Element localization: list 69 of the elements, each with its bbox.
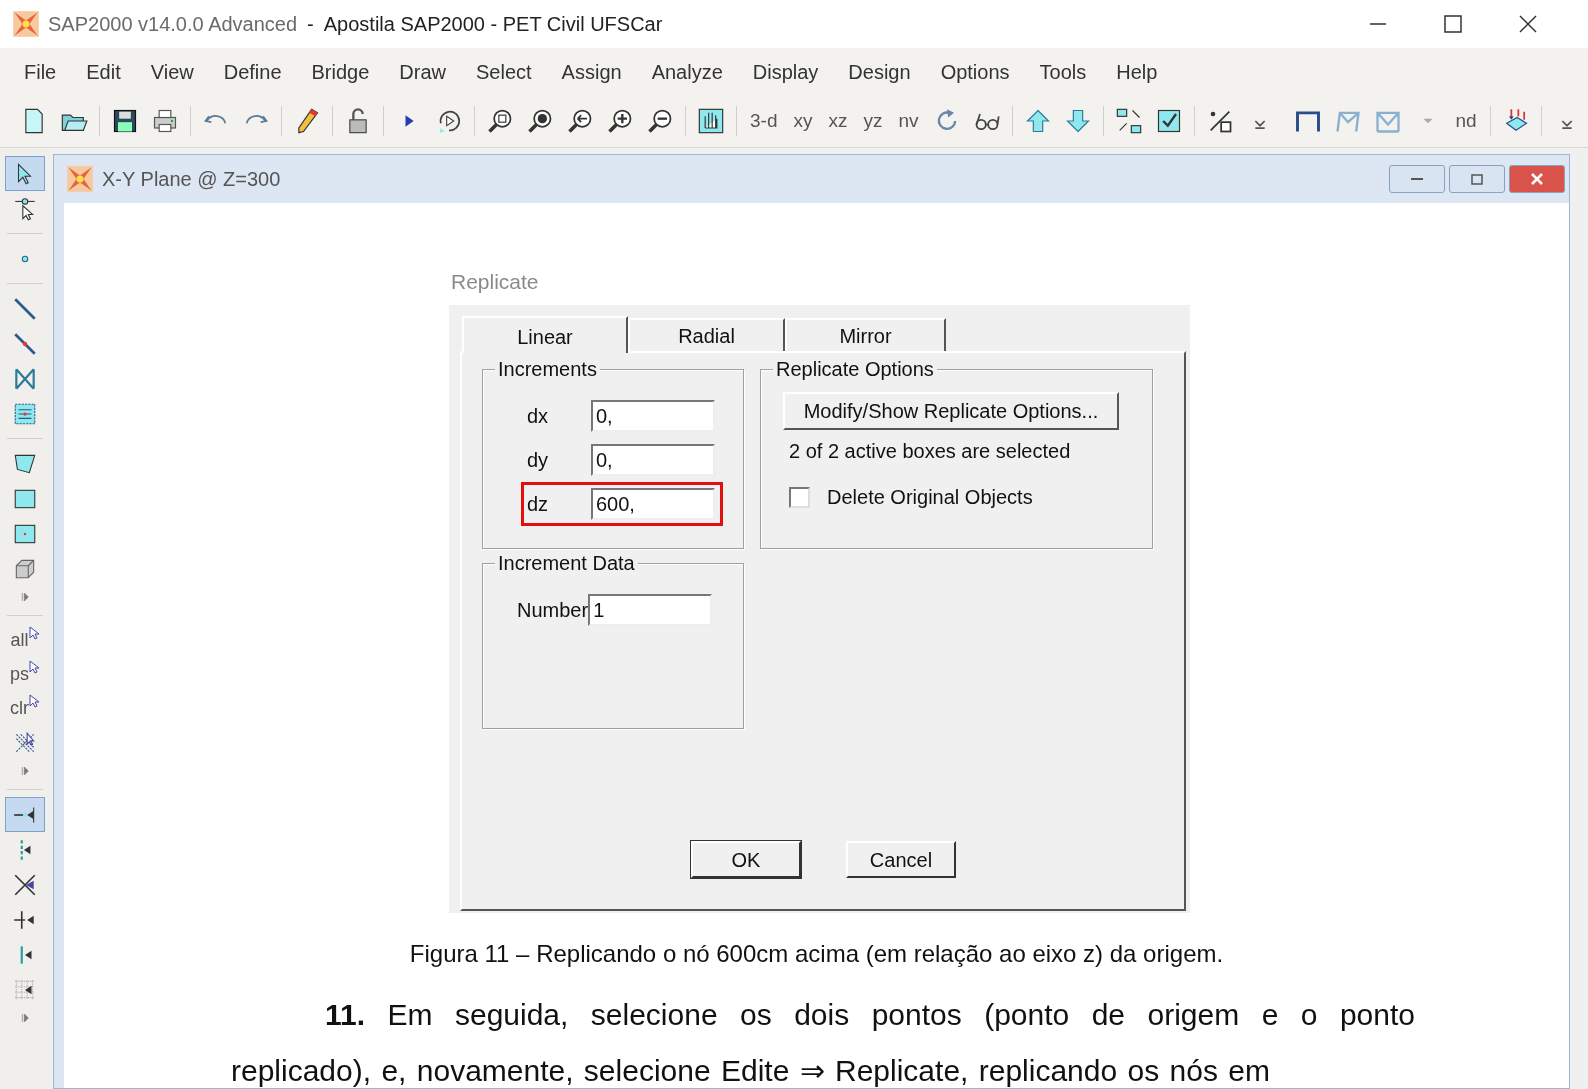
figure-caption: Figura 11 – Replicando o nó 600cm acima (em relação ao eixo z) da origem. [408, 939, 1225, 969]
zoom-icon[interactable] [526, 107, 554, 135]
tab[interactable]: Linear [462, 316, 628, 353]
menu-item[interactable]: Tools [1032, 52, 1094, 91]
input-field[interactable]: 600, [591, 488, 715, 520]
menu-item[interactable]: Options [933, 52, 1017, 91]
cursor-icon [29, 694, 40, 708]
menu-item[interactable]: Edit [79, 52, 128, 91]
save-icon[interactable] [111, 107, 139, 135]
toolbar-button[interactable]: 3-d [750, 106, 778, 136]
tab[interactable]: Mirror [785, 318, 946, 351]
restore-button[interactable] [1449, 165, 1505, 193]
checkbox[interactable] [789, 486, 810, 508]
minimize-icon [1411, 178, 1423, 180]
input-field[interactable]: 0, [591, 444, 715, 476]
modify-replicate-options-button[interactable]: Modify/Show Replicate Options... [783, 392, 1119, 430]
dialog-button[interactable]: Cancel [846, 841, 956, 878]
zoom-in-icon[interactable] [606, 107, 634, 135]
checkbox-label: Delete Original Objects [827, 485, 1033, 510]
menu-item[interactable]: View [143, 52, 201, 91]
toolbar-button[interactable]: xz [828, 106, 848, 136]
field-label: Number [517, 598, 589, 623]
printer-icon[interactable] [151, 107, 179, 135]
status-text: 2 of 2 active boxes are selected [789, 439, 1071, 464]
field-label: dx [527, 404, 550, 429]
toolbar-button[interactable]: xy [793, 106, 813, 136]
window-title: X-Y Plane @ Z=300 [102, 167, 281, 192]
maximize-icon[interactable] [1443, 14, 1463, 34]
menu-item[interactable]: Display [745, 52, 826, 91]
close-icon[interactable] [1518, 14, 1538, 34]
menu-item[interactable]: Help [1109, 52, 1165, 91]
zoom-icon[interactable] [486, 107, 514, 135]
window-title: SAP2000 v14.0.0 Advanced [48, 12, 298, 37]
paragraph: 11. Em seguida, selecione os dois pontos (ponto de origem e o ponto replicado), e, novamente, selecione Edite ⇒ Replicate, replicando os nós em [231, 997, 1415, 1088]
pointer-icon[interactable] [12, 195, 38, 222]
toolbar-button[interactable]: nv [898, 106, 919, 136]
app-logo-icon [12, 10, 40, 38]
select-region-icon[interactable] [1114, 107, 1143, 135]
close-icon [1531, 173, 1543, 185]
cursor-icon [29, 660, 40, 674]
tab[interactable]: Radial [628, 318, 785, 351]
toolbar-button[interactable]: nd [1455, 106, 1477, 136]
dialog-button[interactable]: OK [691, 841, 801, 878]
menu-item[interactable]: Select [469, 52, 539, 91]
zoom-out-icon[interactable] [646, 107, 674, 135]
app-logo-icon [66, 165, 94, 193]
zoom-icon[interactable] [566, 107, 594, 135]
field-label: dz [527, 492, 550, 517]
menu-item[interactable]: Analyze [644, 52, 730, 91]
toolbar-button[interactable]: all [5, 623, 45, 657]
menu-item[interactable]: Assign [554, 52, 629, 91]
cursor-icon [28, 626, 40, 640]
restore-icon [1471, 173, 1483, 185]
field-label: dy [527, 448, 550, 473]
close-button[interactable] [1509, 165, 1565, 193]
toolbar-button[interactable]: ps [5, 657, 45, 691]
up-arrow-icon[interactable] [1023, 107, 1052, 135]
toolbar-button[interactable]: yz [863, 106, 883, 136]
menu-item[interactable]: Design [841, 52, 918, 91]
menu-item[interactable]: Draw [392, 52, 453, 91]
down-arrow-icon[interactable] [1063, 107, 1092, 135]
menu-item[interactable]: File [17, 52, 64, 91]
document-title: - Apostila SAP2000 - PET Civil UFSCar [307, 12, 663, 37]
toolbar-button[interactable]: clr [5, 691, 45, 725]
dialog-title: Replicate [451, 269, 539, 296]
input-field[interactable]: 0, [591, 400, 715, 432]
menu-item[interactable]: Define [216, 52, 289, 91]
input-field[interactable]: 1 [588, 594, 713, 626]
menu-item[interactable]: Bridge [304, 52, 377, 91]
